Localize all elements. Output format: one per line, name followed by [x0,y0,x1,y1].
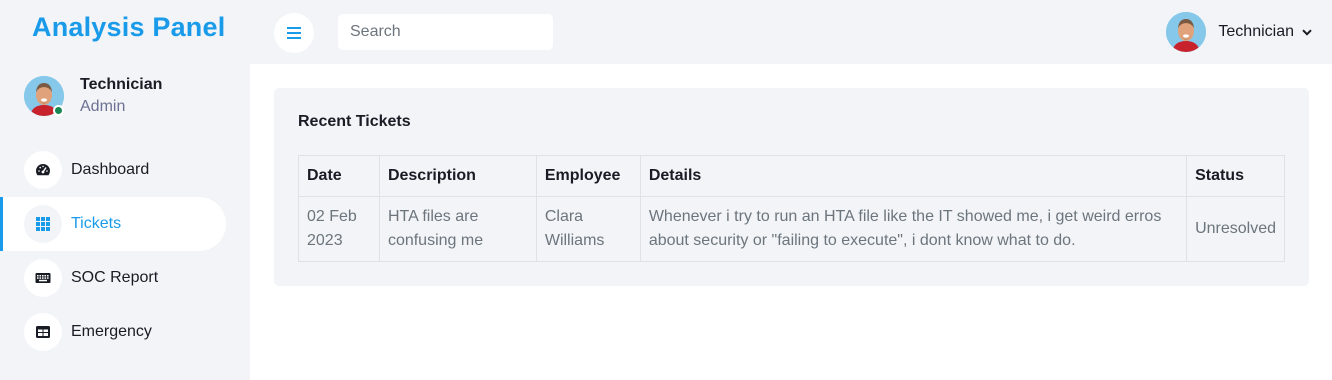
column-header-date: Date [298,155,380,197]
cell-employee: Clara Williams [535,196,641,262]
sidebar-user-name: Technician [80,76,163,93]
sidebar-item-dashboard[interactable]: Dashboard [0,143,250,197]
hamburger-icon [287,27,301,39]
sidebar-item-label: Tickets [71,215,122,232]
avatar-image [1166,12,1207,52]
sidebar-avatar-wrap [24,76,64,116]
cell-date: 02 Feb 2023 [298,196,380,262]
column-header-description: Description [378,155,537,197]
sidebar-item-label: SOC Report [71,269,159,286]
sidebar-item-label: Dashboard [71,161,150,178]
sidebar-nav: Dashboard Tickets SOC Report Emergency [0,143,250,359]
brand-title[interactable]: Analysis Panel [32,12,225,43]
profile-dropdown[interactable]: Technician [1166,12,1312,52]
cell-status: Unresolved [1186,196,1285,262]
sidebar: Analysis Panel Technician Admin Dashboar… [0,0,250,380]
card-title: Recent Tickets [298,113,411,130]
table-row[interactable]: 02 Feb 2023 HTA files are confusing me C… [298,196,1285,262]
cell-details: Whenever i try to run an HTA file like t… [639,196,1188,262]
table-header-row: Date Description Employee Details Status [298,155,1285,197]
tachometer-icon [24,151,62,189]
recent-tickets-card: Recent Tickets Date Description Employee… [274,88,1309,286]
sidebar-user: Technician Admin [24,76,244,120]
main-content: Recent Tickets Date Description Employee… [250,64,1332,380]
column-header-employee: Employee [535,155,641,197]
sidebar-item-emergency[interactable]: Emergency [0,305,250,359]
sidebar-item-label: Emergency [71,323,152,340]
cell-description: HTA files are confusing me [378,196,537,262]
online-status-dot [53,105,64,116]
profile-name: Technician [1218,23,1294,40]
grid-icon [24,205,62,243]
search-input[interactable] [338,14,553,50]
avatar [1166,12,1207,52]
column-header-status: Status [1186,155,1285,197]
menu-toggle-button[interactable] [274,13,314,53]
table-icon [24,313,62,351]
column-header-details: Details [639,155,1188,197]
chevron-down-icon [1302,28,1312,36]
sidebar-user-role: Admin [80,98,126,115]
sidebar-item-tickets[interactable]: Tickets [0,197,226,251]
tickets-table: Date Description Employee Details Status… [298,155,1285,262]
topbar: Technician [250,0,1332,64]
sidebar-item-soc-report[interactable]: SOC Report [0,251,250,305]
keyboard-icon [24,259,62,297]
